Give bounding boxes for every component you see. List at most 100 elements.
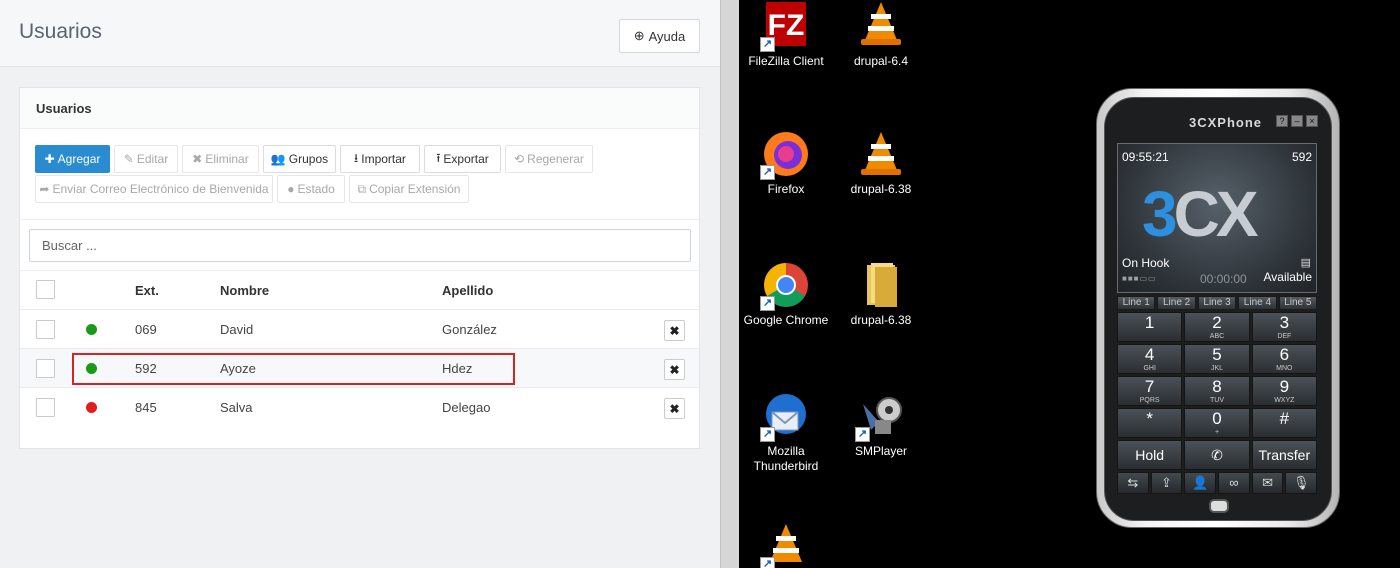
- desktop-icon-label: FileZilla Client: [748, 54, 824, 68]
- transfer-button[interactable]: Transfer: [1251, 440, 1317, 470]
- help-label: Ayuda: [648, 28, 686, 44]
- refresh-icon: ⟲: [514, 152, 525, 166]
- key-3[interactable]: 3 DEF: [1251, 312, 1317, 342]
- users-icon: 👥: [270, 152, 286, 166]
- column-header-ext: Ext.: [135, 283, 159, 298]
- availability-status[interactable]: Available: [1264, 270, 1312, 284]
- import-button[interactable]: ⭳ Importar: [340, 145, 420, 173]
- call-button[interactable]: ✆: [1184, 440, 1250, 470]
- call-actions: Hold ✆ Transfer: [1117, 440, 1317, 470]
- minimize-icon[interactable]: –: [1291, 115, 1303, 127]
- desktop-icon-firefox[interactable]: ↗ Firefox: [741, 130, 831, 197]
- desktop-icon-label: drupal-6.38: [850, 182, 912, 196]
- key-letters: DEF: [1277, 333, 1292, 340]
- help-icon[interactable]: ?: [1276, 115, 1288, 127]
- desktop-icon-label: Mozilla Thunderbird: [753, 444, 819, 473]
- memo-icon[interactable]: ▤: [1301, 256, 1311, 269]
- desktop-icon-thunderbird[interactable]: ↗ Mozilla Thunderbird: [741, 392, 831, 474]
- line-button[interactable]: Line 3: [1197, 296, 1237, 310]
- key-0[interactable]: 0 +: [1184, 408, 1250, 438]
- chrome-icon: ↗: [760, 261, 810, 311]
- welcome-email-button[interactable]: ➦ Enviar Correo Electrónico de Bienvenid…: [35, 175, 273, 203]
- call-history-icon[interactable]: ⇆: [1117, 472, 1149, 494]
- firefox-icon: ↗: [760, 130, 810, 180]
- panel-title: Usuarios: [20, 88, 699, 129]
- home-button[interactable]: [1209, 499, 1229, 513]
- voicemail-icon[interactable]: ∞: [1218, 472, 1250, 494]
- key-digit: #: [1279, 409, 1290, 428]
- desktop-icon-drupal-6-38[interactable]: drupal-6.38: [836, 130, 926, 197]
- key-8[interactable]: 8 TUV: [1184, 376, 1250, 406]
- row-checkbox[interactable]: [36, 320, 55, 339]
- desktop-icon-chrome[interactable]: ↗ Google Chrome: [741, 261, 831, 328]
- mail-icon[interactable]: ✉: [1251, 472, 1284, 494]
- table-header: Ext. Nombre Apellido: [20, 271, 699, 310]
- export-label: Exportar: [443, 152, 489, 166]
- desktop-icon-drupal-6-4[interactable]: drupal-6.4: [836, 2, 926, 69]
- select-all-checkbox[interactable]: [36, 280, 55, 299]
- contacts-icon[interactable]: 👤: [1184, 472, 1217, 494]
- key-6[interactable]: 6 MNO: [1251, 344, 1317, 374]
- export-button[interactable]: ⭱ Exportar: [424, 145, 501, 173]
- desktop-icon-filezilla[interactable]: FZ ↗ FileZilla Client: [741, 2, 831, 69]
- desktop-icon-drupal-folder[interactable]: drupal-6.38: [836, 261, 926, 328]
- filezilla-icon: FZ ↗: [760, 2, 810, 52]
- key-1[interactable]: 1: [1117, 312, 1183, 342]
- phone-body: 3CXPhone ? – × 09:55:21 592 3CX On Hook …: [1104, 97, 1332, 521]
- row-ext: 069: [135, 322, 157, 337]
- line-button[interactable]: Line 4: [1238, 296, 1277, 310]
- add-button[interactable]: ✚ Agregar: [35, 145, 110, 173]
- table-row[interactable]: 845 Salva Delegao ✖: [20, 388, 699, 427]
- copy-extension-button[interactable]: ⧉ Copiar Extensión: [349, 175, 469, 203]
- close-icon[interactable]: ×: [1306, 115, 1318, 127]
- desktop-icon-label: drupal-6.4: [853, 54, 909, 68]
- key-4[interactable]: 4 GHI: [1117, 344, 1183, 374]
- users-app: Usuarios ⊕ Ayuda Usuarios ✚ Agregar ✎ Ed…: [0, 0, 720, 568]
- line-button[interactable]: Line 2: [1157, 296, 1196, 310]
- share-icon: ➦: [39, 182, 50, 196]
- mute-icon[interactable]: 🎙: [1285, 472, 1318, 494]
- help-button[interactable]: ⊕ Ayuda: [619, 19, 700, 53]
- key-5[interactable]: 5 JKL: [1184, 344, 1250, 374]
- edit-button[interactable]: ✎ Editar: [114, 145, 178, 173]
- line-button[interactable]: Line 1: [1117, 296, 1156, 310]
- key-2[interactable]: 2 ABC: [1184, 312, 1250, 342]
- download-icon: ⭳: [354, 150, 359, 165]
- shortcut-arrow-icon: ↗: [760, 427, 775, 442]
- row-checkbox[interactable]: [36, 398, 55, 417]
- desktop-icon-smplayer[interactable]: ↗ SMPlayer: [836, 392, 926, 459]
- regenerate-label: Regenerar: [527, 152, 584, 166]
- key-hash[interactable]: #: [1251, 408, 1317, 438]
- window-splitter[interactable]: [720, 0, 739, 568]
- hold-button[interactable]: Hold: [1117, 440, 1183, 470]
- thunderbird-icon: ↗: [760, 392, 810, 442]
- phone-extension: 592: [1291, 150, 1312, 164]
- row-delete-button[interactable]: ✖: [664, 398, 685, 419]
- row-checkbox[interactable]: [36, 359, 55, 378]
- status-button[interactable]: ● Estado: [277, 175, 345, 203]
- vlc-icon: [857, 2, 905, 50]
- key-7[interactable]: 7 PQRS: [1117, 376, 1183, 406]
- phone-title: 3CXPhone: [1189, 115, 1263, 130]
- vlc-icon: [857, 130, 905, 178]
- row-delete-button[interactable]: ✖: [664, 320, 685, 341]
- search-input[interactable]: [29, 229, 691, 262]
- row-delete-button[interactable]: ✖: [664, 359, 685, 380]
- column-header-surname: Apellido: [442, 283, 494, 298]
- groups-button[interactable]: 👥 Grupos: [263, 145, 336, 173]
- key-letters: TUV: [1209, 397, 1224, 404]
- delete-button[interactable]: ✖ Eliminar: [182, 145, 259, 173]
- line-button[interactable]: Line 5: [1278, 296, 1318, 310]
- 3cx-logo: 3CX: [1142, 178, 1258, 250]
- table-row[interactable]: 069 David González ✖: [20, 310, 699, 349]
- dial-pad: 1 2 ABC 3 DEF 4 GHI 5 JKL 6 MNO 7 PQRS 8 TUV 9W…: [1117, 312, 1317, 438]
- key-letters: +: [1214, 429, 1220, 436]
- upload-icon[interactable]: ⇪: [1150, 472, 1183, 494]
- key-9[interactable]: 9 WXYZ: [1251, 376, 1317, 406]
- desktop-icon-vlc-partial[interactable]: ↗: [741, 522, 831, 568]
- key-star[interactable]: *: [1117, 408, 1183, 438]
- line-selector: Line 1 Line 2 Line 3 Line 4 Line 5: [1117, 296, 1318, 310]
- regenerate-button[interactable]: ⟲ Regenerar: [505, 145, 593, 173]
- key-digit: 9: [1279, 377, 1290, 396]
- desktop-icon-label: Google Chrome: [743, 313, 829, 327]
